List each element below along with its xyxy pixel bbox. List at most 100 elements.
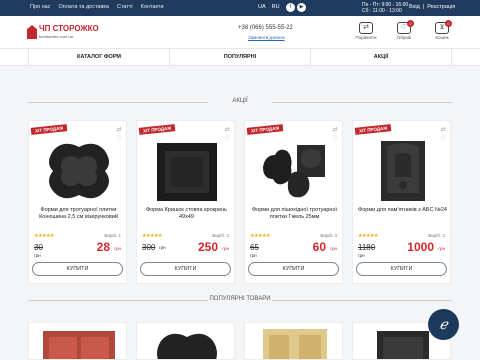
product-code: Виріб: 3 <box>320 233 337 238</box>
popular-products <box>28 322 452 360</box>
product-image[interactable] <box>259 137 331 205</box>
cart-count: 0 <box>445 20 452 27</box>
price-currency: грн <box>438 246 445 251</box>
product-card[interactable] <box>136 322 235 360</box>
product-code: Виріб: 2 <box>212 233 229 238</box>
cart-label: Кошик <box>435 35 449 40</box>
hit-badge: ХІТ ПРОДАЖ <box>246 124 284 135</box>
language-switch: UA RU <box>258 4 280 10</box>
old-price-currency: грн <box>358 253 365 258</box>
compare-icon: ⇄ <box>359 22 373 34</box>
logo-house-icon <box>27 25 37 39</box>
facebook-icon[interactable]: f <box>286 3 295 12</box>
price: 1000 <box>407 240 434 254</box>
product-card[interactable]: ХІТ ПРОДАЖ ⇄ ♡ Форми для пішохідної трот… <box>244 120 343 284</box>
hit-badge: ХІТ ПРОДАЖ <box>138 124 176 135</box>
compare-icon[interactable]: ⇄ <box>441 126 446 133</box>
product-card[interactable]: ХІТ ПРОДАЖ ⇄ ♡ Форми для пам'ятників з А… <box>352 120 451 284</box>
compare-label: Порівняти <box>355 35 377 40</box>
product-title[interactable]: Форми для пам'ятників з АБС №24 <box>357 207 448 214</box>
wishlist-label: Обрані <box>396 35 412 40</box>
card-actions: ⇄ ♡ <box>441 126 446 142</box>
product-title[interactable]: Форми для пішохідної тротуарної плитки Г… <box>249 207 340 221</box>
product-code: Виріб: 2 <box>428 233 445 238</box>
old-price: 300 <box>142 243 156 252</box>
product-card[interactable] <box>244 322 343 360</box>
buy-button[interactable]: КУПИТИ <box>32 262 123 276</box>
product-image[interactable] <box>367 137 439 205</box>
heart-icon[interactable]: ♡ <box>333 135 338 142</box>
wishlist-button[interactable]: ♡ 0 Обрані <box>390 20 418 40</box>
product-title[interactable]: Форма Кришок стовпа крокрень 49х49 <box>141 207 232 221</box>
product-image[interactable] <box>151 327 223 360</box>
lang-ua[interactable]: UA <box>258 4 266 10</box>
old-price: 65 <box>250 243 259 252</box>
buy-button[interactable]: КУПИТИ <box>140 262 231 276</box>
product-image[interactable] <box>367 327 439 360</box>
product-image[interactable] <box>259 327 331 360</box>
product-title[interactable]: Форми для тротуарної плитки Конюшина 2,5… <box>33 207 124 221</box>
link-contacts[interactable]: Контакти <box>141 4 164 10</box>
nav-catalog[interactable]: КАТАЛОГ ФОРМ <box>28 49 170 65</box>
sale-products: ХІТ ПРОДАЖ ⇄ ♡ Форми для тротуарної плит… <box>28 120 452 284</box>
chat-icon: ℯ <box>439 316 448 332</box>
heart-icon[interactable]: ♡ <box>225 135 230 142</box>
buy-button[interactable]: КУПИТИ <box>356 262 447 276</box>
link-articles[interactable]: Статті <box>117 4 133 10</box>
rating-stars: ★★★★★ <box>358 233 378 239</box>
top-links: Про нас Оплата та доставка Статті Контак… <box>30 4 164 10</box>
heart-icon[interactable]: ♡ <box>117 135 122 142</box>
hit-badge: ХІТ ПРОДАЖ <box>30 124 68 135</box>
compare-button[interactable]: ⇄ Порівняти <box>352 22 380 40</box>
compare-icon[interactable]: ⇄ <box>117 126 122 133</box>
product-image[interactable] <box>151 137 223 205</box>
section-title-sale: АКЦІЇ <box>28 98 452 106</box>
old-price-currency: грн <box>159 245 166 250</box>
product-card[interactable]: ХІТ ПРОДАЖ ⇄ ♡ Форми для тротуарної плит… <box>28 120 127 284</box>
product-card[interactable] <box>28 322 127 360</box>
register-link[interactable]: Реєстрація <box>427 4 455 10</box>
hours-saturday: Сб : 11:00 - 13:00 <box>362 8 402 14</box>
youtube-icon[interactable]: ▶ <box>297 3 306 12</box>
header: ЧП СТОРОЖКО formfortree.com.ua +38 (066)… <box>0 16 480 48</box>
rating-stars: ★★★★★ <box>142 233 162 239</box>
login-link[interactable]: Вхід <box>409 4 420 10</box>
rating-stars: ★★★★★ <box>34 233 54 239</box>
working-hours: Пн - Пт: 9:00 - 16:00 Сб : 11:00 - 13:00 <box>362 2 408 14</box>
card-actions: ⇄ ♡ <box>117 126 122 142</box>
old-price-currency: грн <box>250 253 257 258</box>
card-actions: ⇄ ♡ <box>225 126 230 142</box>
hit-badge: ХІТ ПРОДАЖ <box>354 124 392 135</box>
account-links: Вхід | Реєстрація <box>409 4 455 10</box>
nav-popular[interactable]: ПОПУЛЯРНІ <box>170 49 311 65</box>
link-payment-delivery[interactable]: Оплата та доставка <box>58 4 109 10</box>
product-image[interactable] <box>43 327 115 360</box>
product-image[interactable] <box>43 137 115 205</box>
product-card[interactable]: ХІТ ПРОДАЖ ⇄ ♡ Форма Кришок стовпа крокр… <box>136 120 235 284</box>
header-actions: ⇄ Порівняти ♡ 0 Обрані ⊻ 0 Кошик <box>352 20 456 40</box>
chat-button[interactable]: ℯ <box>428 309 459 340</box>
cart-button[interactable]: ⊻ 0 Кошик <box>428 20 456 40</box>
social-links: f ▶ <box>286 3 306 12</box>
buy-button[interactable]: КУПИТИ <box>248 262 339 276</box>
price-currency: грн <box>114 246 121 251</box>
logo-name: ЧП СТОРОЖКО <box>39 24 99 33</box>
price-currency: грн <box>330 246 337 251</box>
compare-icon[interactable]: ⇄ <box>333 126 338 133</box>
product-code: Виріб: 1 <box>104 233 121 238</box>
link-about[interactable]: Про нас <box>30 4 50 10</box>
logo-site: formfortree.com.ua <box>39 34 73 39</box>
main-nav: КАТАЛОГ ФОРМ ПОПУЛЯРНІ АКЦІЇ <box>0 48 480 66</box>
old-price: 30 <box>34 243 43 252</box>
price: 28 <box>96 240 110 254</box>
wishlist-count: 0 <box>407 20 414 27</box>
heart-icon[interactable]: ♡ <box>441 135 446 142</box>
section-title-popular: ПОПУЛЯРНІ ТОВАРИ <box>28 296 452 304</box>
lang-ru[interactable]: RU <box>272 4 280 10</box>
account-separator: | <box>422 4 425 10</box>
rating-stars: ★★★★★ <box>250 233 270 239</box>
callback-link[interactable]: Замовити дзвінок <box>248 35 285 40</box>
phone-number[interactable]: +38 (066) 555-55-22 <box>238 25 293 31</box>
compare-icon[interactable]: ⇄ <box>225 126 230 133</box>
nav-sale[interactable]: АКЦІЇ <box>311 49 452 65</box>
